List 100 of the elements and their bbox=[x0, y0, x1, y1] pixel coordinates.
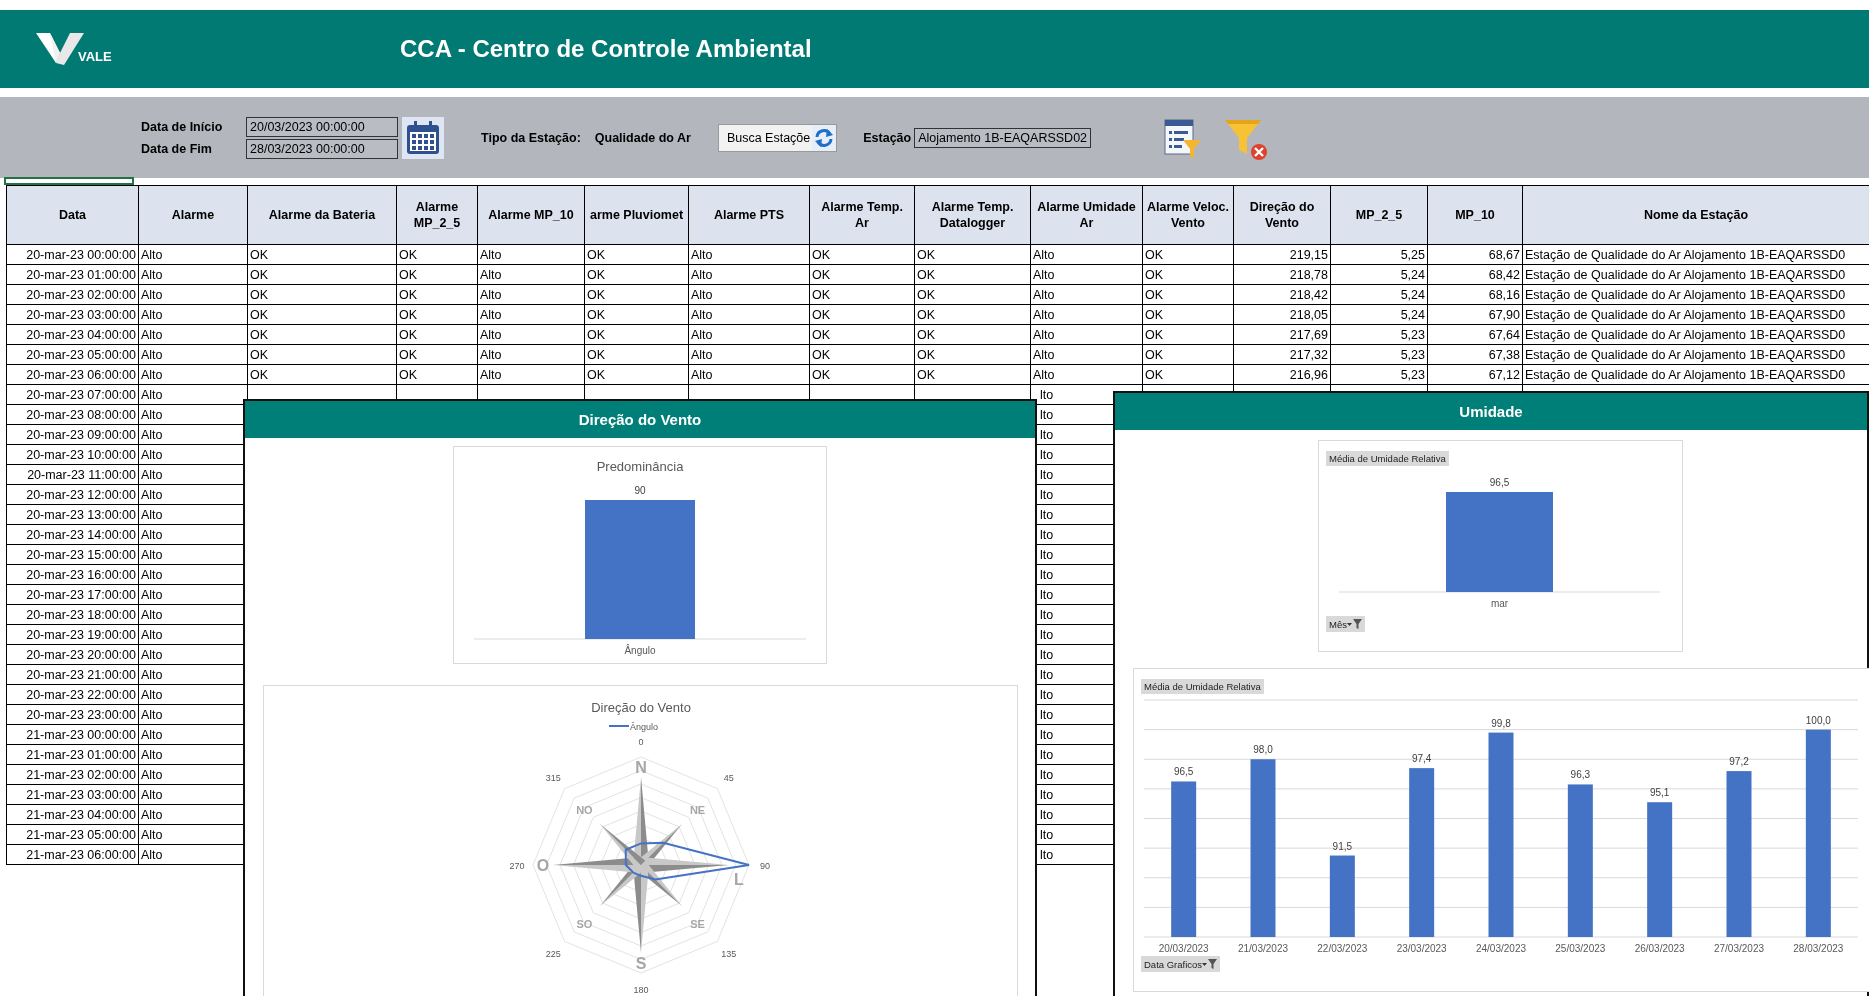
chart-title: Predominância bbox=[596, 459, 684, 474]
table-cell: 217,32 bbox=[1233, 344, 1331, 365]
angle-label: 270 bbox=[509, 861, 524, 871]
chart-tag: Média de Umidade Relativa bbox=[1326, 451, 1449, 466]
column-header[interactable]: Data bbox=[6, 185, 139, 245]
calendar-icon[interactable] bbox=[402, 116, 444, 159]
table-cell: Alto bbox=[1030, 264, 1143, 285]
column-header[interactable]: Alarme MP_10 bbox=[477, 185, 585, 245]
table-cell: OK bbox=[809, 344, 915, 365]
table-cell: OK bbox=[584, 344, 689, 365]
table-cell: OK bbox=[247, 304, 397, 325]
table-cell: 21-mar-23 05:00:00 bbox=[6, 824, 139, 845]
table-cell: OK bbox=[914, 304, 1031, 325]
table-cell: 20-mar-23 23:00:00 bbox=[6, 704, 139, 725]
table-cell: 218,05 bbox=[1233, 304, 1331, 325]
table-cell: 20-mar-23 11:00:00 bbox=[6, 464, 139, 485]
column-header[interactable]: MP_10 bbox=[1427, 185, 1523, 245]
table-cell: OK bbox=[914, 344, 1031, 365]
station-field[interactable]: Alojamento 1B-EAQARSSD02 bbox=[914, 127, 1092, 148]
column-header[interactable]: Alarme MP_2_5 bbox=[396, 185, 478, 245]
compass-label: L bbox=[733, 871, 744, 888]
chart-tag: Média de Umidade Relativa bbox=[1141, 679, 1264, 694]
column-header[interactable]: MP_2_5 bbox=[1330, 185, 1428, 245]
column-header[interactable]: arme Pluviomet bbox=[584, 185, 689, 245]
table-cell: 20-mar-23 14:00:00 bbox=[6, 524, 139, 545]
table-cell: OK bbox=[1142, 244, 1234, 265]
table-cell: Alto bbox=[688, 284, 810, 305]
table-cell: OK bbox=[584, 264, 689, 285]
table-cell: Alto bbox=[138, 344, 248, 365]
table-cell: OK bbox=[247, 264, 397, 285]
table-cell: OK bbox=[396, 304, 478, 325]
table-cell: OK bbox=[396, 364, 478, 385]
table-cell: OK bbox=[247, 244, 397, 265]
angle-label: 45 bbox=[723, 773, 734, 784]
table-cell: OK bbox=[914, 324, 1031, 345]
data-label: 95,1 bbox=[1649, 787, 1670, 799]
column-header[interactable]: Alarme da Bateria bbox=[247, 185, 397, 245]
table-cell: 21-mar-23 01:00:00 bbox=[6, 744, 139, 765]
table-cell: 21-mar-23 06:00:00 bbox=[6, 844, 139, 865]
filter-form-icon[interactable] bbox=[1163, 117, 1202, 158]
column-header[interactable]: Alarme Umidade Ar bbox=[1030, 185, 1143, 245]
column-header[interactable]: Alarme Veloc. Vento bbox=[1142, 185, 1234, 245]
filter-button[interactable]: Data Graficos bbox=[1141, 956, 1221, 972]
axis-label: mar bbox=[1490, 598, 1509, 609]
compass-label: SE bbox=[689, 917, 705, 930]
compass-label: N bbox=[634, 759, 647, 776]
date-field[interactable]: 20/03/2023 00:00:00 bbox=[246, 116, 398, 137]
table-cell: 5,23 bbox=[1330, 324, 1428, 345]
table-cell: Alto bbox=[138, 324, 248, 345]
axis-label: 25/03/2023 bbox=[1555, 943, 1606, 954]
column-header[interactable]: Alarme Temp. Ar bbox=[809, 185, 915, 245]
table-cell: 21-mar-23 04:00:00 bbox=[6, 804, 139, 825]
station-type: Qualidade do Ar bbox=[594, 130, 691, 145]
data-label: 97,4 bbox=[1411, 753, 1432, 765]
panel-title: Direção do Vento bbox=[245, 401, 1035, 438]
column-header[interactable]: Alarme bbox=[138, 185, 248, 245]
table-cell: 219,15 bbox=[1233, 244, 1331, 265]
table-cell: 67,90 bbox=[1427, 304, 1523, 325]
table-cell: OK bbox=[396, 324, 478, 345]
refresh-icon bbox=[812, 124, 837, 151]
table-cell: Alto bbox=[1030, 364, 1143, 385]
angle-label: 315 bbox=[545, 773, 561, 784]
search-stations-button[interactable]: Busca Estaçõe bbox=[717, 123, 838, 152]
table-cell: OK bbox=[1142, 344, 1234, 365]
table-cell: 20-mar-23 04:00:00 bbox=[6, 324, 139, 345]
date-field[interactable]: 28/03/2023 00:00:00 bbox=[246, 138, 398, 159]
field-label: Data de Início bbox=[141, 119, 224, 134]
data-label: 91,5 bbox=[1332, 840, 1353, 852]
column-header[interactable]: Alarme PTS bbox=[688, 185, 810, 245]
table-cell: 20-mar-23 10:00:00 bbox=[6, 444, 139, 465]
table-cell: Alto bbox=[1030, 304, 1143, 325]
table-cell: 20-mar-23 00:00:00 bbox=[6, 244, 139, 265]
table-cell: OK bbox=[914, 284, 1031, 305]
table-cell: OK bbox=[809, 304, 915, 325]
panel-title: Umidade bbox=[1115, 393, 1867, 430]
column-header[interactable]: Direção do Vento bbox=[1233, 185, 1331, 245]
table-cell: Alto bbox=[1030, 244, 1143, 265]
table-cell: OK bbox=[396, 284, 478, 305]
table-cell: 20-mar-23 09:00:00 bbox=[6, 424, 139, 445]
table-cell: 68,16 bbox=[1427, 284, 1523, 305]
app-title: CCA - Centro de Controle Ambiental bbox=[400, 35, 812, 63]
table-cell: 20-mar-23 16:00:00 bbox=[6, 564, 139, 585]
table-cell: 20-mar-23 20:00:00 bbox=[6, 644, 139, 665]
column-header[interactable]: Nome da Estação bbox=[1522, 185, 1869, 245]
column-header[interactable]: Alarme Temp. Datalogger bbox=[914, 185, 1031, 245]
compass-label: O bbox=[536, 857, 549, 874]
field-label: Tipo da Estação: bbox=[481, 130, 581, 145]
angle-label: 90 bbox=[759, 861, 770, 871]
angle-label: 0 bbox=[638, 737, 643, 747]
table-cell: Alto bbox=[138, 364, 248, 385]
data-label: 98,0 bbox=[1253, 744, 1273, 756]
table-cell: 5,23 bbox=[1330, 344, 1428, 365]
table-cell: Alto bbox=[138, 244, 248, 265]
table-cell: Alto bbox=[138, 284, 248, 305]
table-cell: Alto bbox=[477, 324, 585, 345]
table-cell: OK bbox=[914, 264, 1031, 285]
table-cell: Alto bbox=[477, 344, 585, 365]
table-cell: 21-mar-23 02:00:00 bbox=[6, 764, 139, 785]
field-label: Data de Fim bbox=[141, 141, 213, 156]
filter-button[interactable]: Mês bbox=[1326, 616, 1365, 632]
